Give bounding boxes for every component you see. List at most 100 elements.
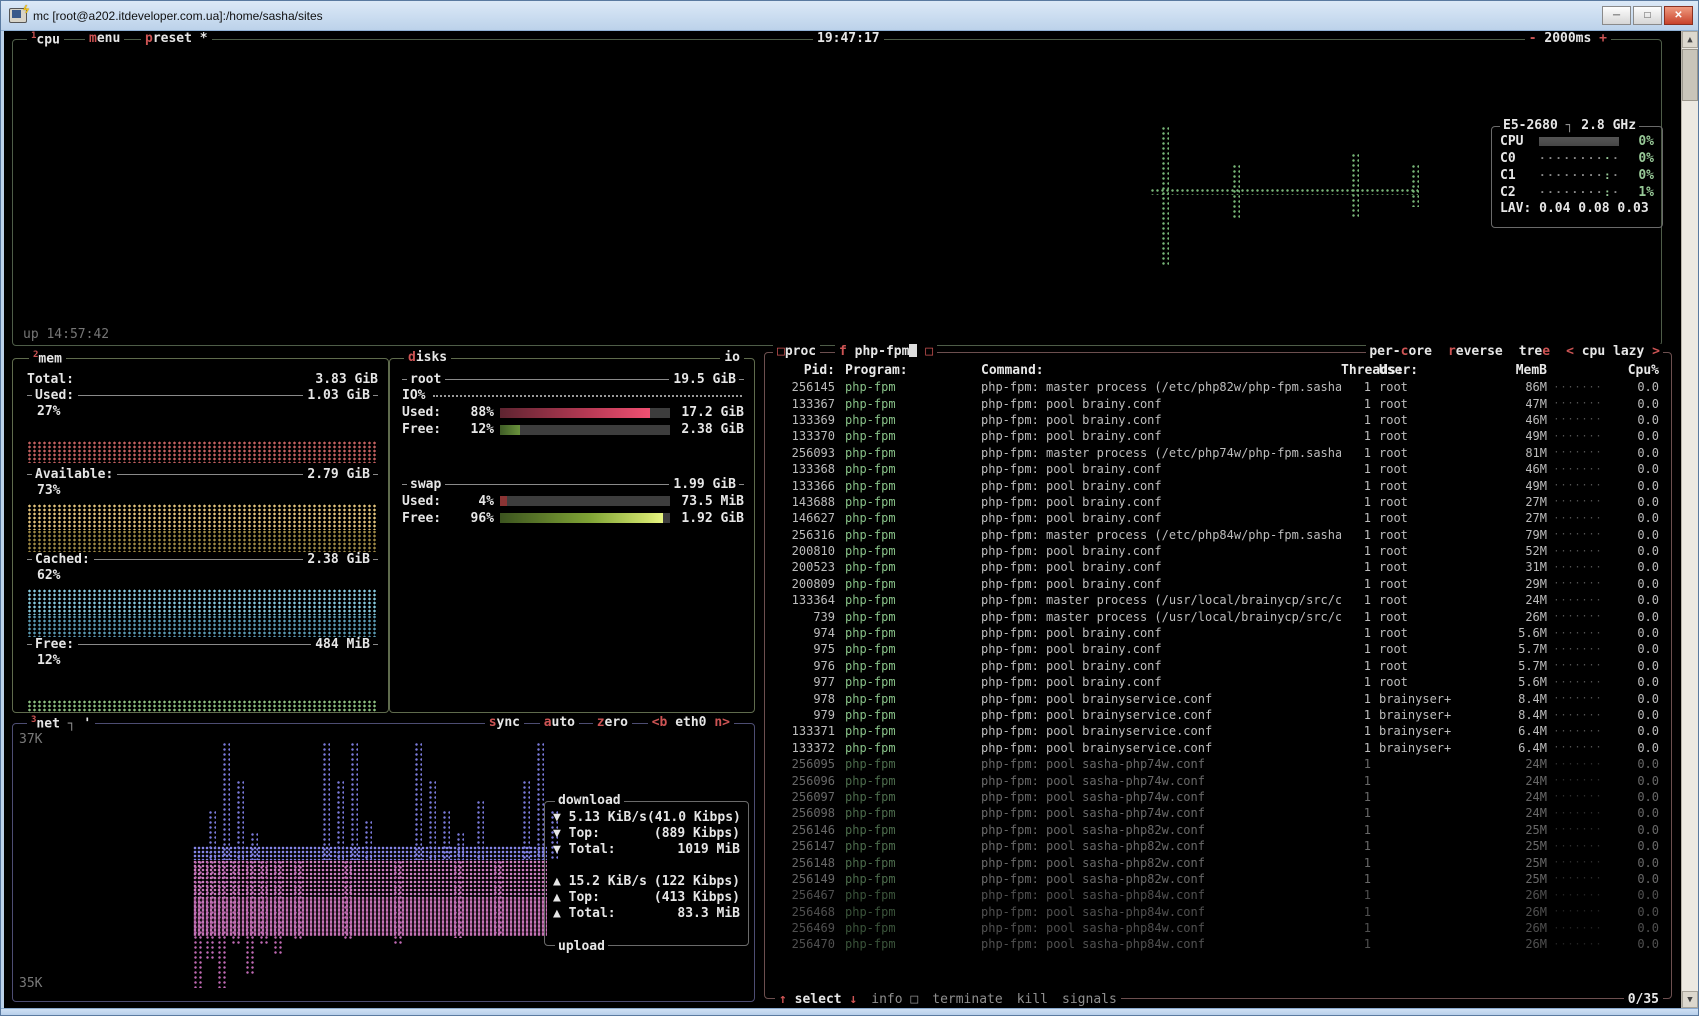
proc-cell-pid: 133366 [777, 479, 835, 493]
proc-cell-cpu: 0.0 [1609, 397, 1659, 411]
proc-row[interactable]: 256093php-fpmphp-fpm: master process (/e… [765, 445, 1671, 461]
proc-row[interactable]: 977php-fpmphp-fpm: pool brainy.conf1root… [765, 674, 1671, 690]
net-sync-button[interactable]: sync [485, 715, 524, 730]
process-table-header: Pid: Program: Command: Threads: User: Me… [765, 362, 1671, 379]
info-button[interactable]: info □ [871, 992, 918, 1007]
proc-row[interactable]: 133364php-fpmphp-fpm: master process (/u… [765, 592, 1671, 608]
proc-cell-thr: 1 [1341, 560, 1371, 574]
proc-cell-pid: 143688 [777, 495, 835, 509]
sort-selector[interactable]: < cpu lazy > [1566, 344, 1660, 359]
proc-row[interactable]: 739php-fpmphp-fpm: master process (/usr/… [765, 608, 1671, 624]
proc-row[interactable]: 256316php-fpmphp-fpm: master process (/e… [765, 527, 1671, 543]
update-interval-control[interactable]: - 2000ms + [1525, 31, 1611, 46]
proc-row[interactable]: 256467php-fpmphp-fpm: pool sasha-php84w.… [765, 887, 1671, 903]
proc-cell-dots: ······· [1547, 628, 1609, 639]
signals-button[interactable]: signals [1062, 992, 1117, 1007]
window-titlebar[interactable]: ϟ mc [root@a202.itdeveloper.com.ua]:/hom… [1, 1, 1698, 31]
select-control[interactable]: ↑ select ↓ [779, 992, 857, 1007]
mem-box-toggle[interactable]: 2mem [29, 350, 66, 366]
net-upload-spike [493, 860, 502, 934]
proc-row[interactable]: 256470php-fpmphp-fpm: pool sasha-php84w.… [765, 936, 1671, 952]
net-download-spike [364, 820, 372, 860]
cpu-box-toggle[interactable]: 1cpu [27, 31, 64, 47]
per-core-button[interactable]: per-core [1369, 344, 1432, 359]
proc-row[interactable]: 200809php-fpmphp-fpm: pool brainy.conf1r… [765, 576, 1671, 592]
proc-row[interactable]: 200810php-fpmphp-fpm: pool brainy.conf1r… [765, 543, 1671, 559]
filter-clear-button[interactable]: □ [925, 344, 933, 359]
proc-row[interactable]: 978php-fpmphp-fpm: pool brainyservice.co… [765, 690, 1671, 706]
mem-available-row: Available:2.79 GiB [27, 467, 378, 484]
proc-row[interactable]: 133368php-fpmphp-fpm: pool brainy.conf1r… [765, 461, 1671, 477]
mem-used-row: Used:1.03 GiB [27, 388, 378, 405]
proc-row[interactable]: 146627php-fpmphp-fpm: pool brainy.conf1r… [765, 510, 1671, 526]
window-scrollbar[interactable]: ▲ ▼ [1681, 31, 1698, 1008]
proc-cell-cmd: php-fpm: master process (/usr/local/brai… [981, 593, 1341, 607]
proc-row[interactable]: 133372php-fpmphp-fpm: pool brainyservice… [765, 740, 1671, 756]
proc-cell-prog: php-fpm [845, 839, 981, 853]
net-box-toggle[interactable]: 3net ┐ ' [27, 715, 95, 731]
proc-row[interactable]: 979php-fpmphp-fpm: pool brainyservice.co… [765, 707, 1671, 723]
disks-box-toggle[interactable]: disks [404, 350, 451, 365]
kill-button[interactable]: kill [1017, 992, 1048, 1007]
proc-cell-mem: 25M [1489, 872, 1547, 886]
download-title: download [555, 793, 624, 808]
proc-row[interactable]: 200523php-fpmphp-fpm: pool brainy.conf1r… [765, 559, 1671, 575]
proc-row[interactable]: 975php-fpmphp-fpm: pool brainy.conf1root… [765, 641, 1671, 657]
proc-cell-cmd: php-fpm: pool brainyservice.conf [981, 692, 1341, 706]
proc-cell-thr: 1 [1341, 839, 1371, 853]
proc-row[interactable]: 256096php-fpmphp-fpm: pool sasha-php74w.… [765, 772, 1671, 788]
proc-row[interactable]: 256149php-fpmphp-fpm: pool sasha-php82w.… [765, 871, 1671, 887]
process-filter-input[interactable]: f php-fpm □ [835, 344, 937, 359]
proc-row[interactable]: 256148php-fpmphp-fpm: pool sasha-php82w.… [765, 854, 1671, 870]
proc-row[interactable]: 256469php-fpmphp-fpm: pool sasha-php84w.… [765, 920, 1671, 936]
proc-cell-cmd: php-fpm: pool brainy.conf [981, 397, 1341, 411]
proc-cell-thr: 1 [1341, 659, 1371, 673]
proc-row[interactable]: 256146php-fpmphp-fpm: pool sasha-php82w.… [765, 822, 1671, 838]
io-mode-button[interactable]: io [720, 350, 744, 365]
disk-swap-used-bar [500, 496, 670, 506]
proc-cell-thr: 1 [1341, 610, 1371, 624]
proc-row[interactable]: 133366php-fpmphp-fpm: pool brainy.conf1r… [765, 477, 1671, 493]
scroll-down-icon[interactable]: ▼ [1682, 991, 1698, 1008]
proc-row[interactable]: 143688php-fpmphp-fpm: pool brainy.conf1r… [765, 494, 1671, 510]
close-button[interactable]: ✕ [1664, 6, 1693, 25]
scrollbar-thumb[interactable] [1682, 49, 1698, 101]
net-download-spike [442, 810, 450, 860]
net-interface-selector[interactable]: <b eth0 n> [648, 715, 734, 730]
proc-row[interactable]: 133370php-fpmphp-fpm: pool brainy.conf1r… [765, 428, 1671, 444]
interval-decrease-button[interactable]: - [1529, 31, 1537, 46]
proc-row[interactable]: 974php-fpmphp-fpm: pool brainy.conf1root… [765, 625, 1671, 641]
menu-button[interactable]: menu [85, 31, 124, 46]
net-zero-button[interactable]: zero [593, 715, 632, 730]
tree-button[interactable]: tree [1519, 344, 1550, 359]
interval-increase-button[interactable]: + [1599, 31, 1607, 46]
proc-row[interactable]: 976php-fpmphp-fpm: pool brainy.conf1root… [765, 658, 1671, 674]
proc-cell-dots: ······· [1547, 431, 1609, 442]
proc-cell-dots: ······· [1547, 775, 1609, 786]
proc-cell-mem: 79M [1489, 528, 1547, 542]
preset-button[interactable]: preset * [141, 31, 212, 46]
proc-cell-cpu: 0.0 [1609, 757, 1659, 771]
disk-swap-used-row: Used: 4% 73.5 MiB [402, 493, 744, 510]
proc-row[interactable]: 256097php-fpmphp-fpm: pool sasha-php74w.… [765, 789, 1671, 805]
net-auto-button[interactable]: auto [540, 715, 579, 730]
proc-row[interactable]: 256147php-fpmphp-fpm: pool sasha-php82w.… [765, 838, 1671, 854]
reverse-button[interactable]: reverse [1448, 344, 1503, 359]
proc-row[interactable]: 133369php-fpmphp-fpm: pool brainy.conf1r… [765, 412, 1671, 428]
proc-cell-dots: ······· [1547, 382, 1609, 393]
proc-row[interactable]: 256095php-fpmphp-fpm: pool sasha-php74w.… [765, 756, 1671, 772]
core1-row: C1 ········:···· 0% [1500, 167, 1654, 184]
proc-box-toggle[interactable]: □proc [773, 344, 820, 359]
minimize-button[interactable]: ─ [1602, 6, 1631, 25]
maximize-button[interactable]: □ [1633, 6, 1662, 25]
terminate-button[interactable]: terminate [932, 992, 1002, 1007]
proc-row[interactable]: 256468php-fpmphp-fpm: pool sasha-php84w.… [765, 904, 1671, 920]
proc-cell-prog: php-fpm [845, 856, 981, 870]
scroll-up-icon[interactable]: ▲ [1682, 31, 1698, 48]
proc-cell-cpu: 0.0 [1609, 823, 1659, 837]
proc-row[interactable]: 256145php-fpmphp-fpm: master process (/e… [765, 379, 1671, 395]
proc-row[interactable]: 133371php-fpmphp-fpm: pool brainyservice… [765, 723, 1671, 739]
proc-row[interactable]: 256098php-fpmphp-fpm: pool sasha-php74w.… [765, 805, 1671, 821]
net-download-scale: 37K [19, 732, 42, 747]
proc-row[interactable]: 133367php-fpmphp-fpm: pool brainy.conf1r… [765, 395, 1671, 411]
